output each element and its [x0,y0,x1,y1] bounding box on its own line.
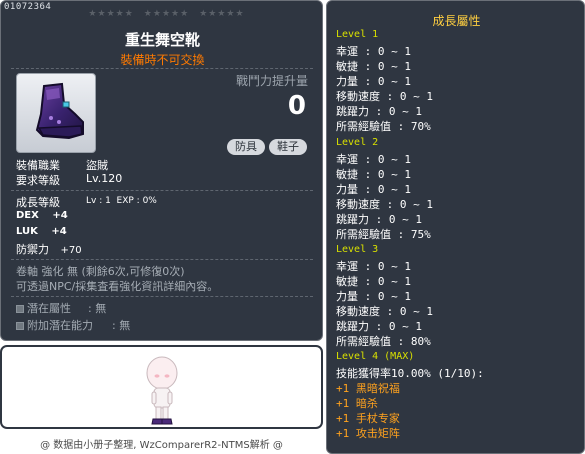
chibi-character-avatar [146,356,178,425]
star-icon: ★ [180,9,189,19]
scroll-enhance-line: 卷軸 強化 無 (剩餘6次,可修復0次) [16,265,185,278]
divider [11,259,313,260]
power-increase-label: 戰鬥力提升量 [235,74,308,88]
star-icon: ★ [115,9,124,19]
growth-exp-line: 所需經驗值 : 70% [336,120,431,133]
growth-stat-line: 幸運 : 0 ~ 1 [336,45,411,58]
level-label: 要求等級 [16,174,60,187]
growth-stat-line: 力量 : 0 ~ 1 [336,75,411,88]
growth-stat-line: 敏捷 : 0 ~ 1 [336,275,411,288]
purple-boot-icon [35,82,84,140]
growth-stat-line: 移動速度 : 0 ~ 1 [336,90,433,103]
star-icon: ★ [171,9,180,19]
job-row: 裝備職業 盜賊 [16,157,108,173]
star-icon: ★ [208,9,217,19]
footer-credit: @ 数据由小册子整理, WzComparerR2-NTMS解析 @ [40,440,283,451]
stat-row: 防禦力 +70 [16,241,82,257]
star-icon: ★ [161,9,171,19]
divider [11,68,313,69]
additional-potential-row: 附加潛在能力 : 無 [16,317,130,333]
potential-square-icon [16,322,24,330]
star-group: ★ ★ ★ ★ ★ [88,10,132,19]
potential-square-icon [16,305,24,313]
stat-value: +4 [52,210,68,221]
star-icon: ★ [152,9,161,19]
growth-stat-line: 跳躍力 : 0 ~ 1 [336,320,422,333]
stat-row: LUK +4 [16,226,67,237]
avatar-preview-panel [0,345,323,429]
level-row: 要求等級 Lv.120 [16,172,122,188]
additional-potential-label: 附加潛在能力 [27,319,93,332]
growth-stat-line: 力量 : 0 ~ 1 [336,290,411,303]
category-chip-shoes: 鞋子 [269,139,307,155]
star-icon: ★ [143,9,152,19]
growth-exp-line: 所需經驗值 : 80% [336,335,431,348]
skill-bonus-line: +1 手杖专家 [336,412,400,425]
item-tooltip-panel: 01072364 ★ ★ ★ ★ ★ ★ ★ ★ ★ ★ ★ ★ ★ ★ ★ 重生舞空靴 裝備時不可交換 [0,0,323,341]
skill-bonus-line: +1 暗杀 [336,397,378,410]
stat-label: DEX [16,210,39,221]
job-value: 盜賊 [86,159,108,172]
potential-value: : 無 [88,302,107,315]
stat-label: LUK [16,226,38,237]
star-group: ★ ★ ★ ★ ★ [199,10,243,19]
star-icon: ★ [106,9,115,19]
job-label: 裝備職業 [16,159,60,172]
star-icon: ★ [235,9,244,19]
skill-acquire-rate: 技能獲得率10.00% (1/10): [336,367,484,380]
star-group: ★ ★ ★ ★ ★ [144,10,188,19]
stat-value: +70 [60,245,82,256]
stat-value: +4 [51,226,67,237]
item-id: 01072364 [4,2,52,12]
potential-row: 潛在屬性 : 無 [16,300,106,316]
potential-label: 潛在屬性 [27,302,71,315]
level-value: Lv.120 [86,172,123,185]
enhance-note: 可透過NPC/採集査看強化資訊詳細內容。 [16,280,219,293]
growth-level-header: Level 1 [336,29,379,40]
growth-stat-line: 幸運 : 0 ~ 1 [336,153,411,166]
star-icon: ★ [124,9,133,19]
growth-stat-line: 敏捷 : 0 ~ 1 [336,168,411,181]
divider [11,296,313,297]
star-icon: ★ [226,9,235,19]
growth-level-value: Lv : 1 EXP : 0% [86,196,157,206]
growth-stat-line: 移動速度 : 0 ~ 1 [336,305,433,318]
divider [11,190,313,191]
star-force-row: ★ ★ ★ ★ ★ ★ ★ ★ ★ ★ ★ ★ ★ ★ ★ [71,10,261,19]
star-icon: ★ [199,9,208,19]
growth-stat-line: 跳躍力 : 0 ~ 1 [336,213,422,226]
item-icon-frame [16,73,96,153]
growth-attributes-panel: 成長屬性 Level 1 幸運 : 0 ~ 1 敏捷 : 0 ~ 1 力量 : … [326,0,585,454]
growth-stat-line: 幸運 : 0 ~ 1 [336,260,411,273]
star-icon: ★ [88,9,97,19]
growth-level-header: Level 2 [336,137,379,148]
growth-stat-line: 力量 : 0 ~ 1 [336,183,411,196]
stat-label: 防禦力 [16,243,49,256]
star-icon: ★ [217,9,226,19]
growth-level-header-max: Level 4 (MAX) [336,351,415,362]
star-icon: ★ [97,9,106,19]
growth-stat-line: 敏捷 : 0 ~ 1 [336,60,411,73]
growth-stat-line: 移動速度 : 0 ~ 1 [336,198,433,211]
skill-bonus-line: +1 攻击矩阵 [336,427,400,440]
additional-potential-value: : 無 [112,319,131,332]
stat-row: DEX +4 [16,210,68,221]
growth-level-row: 成長等級 Lv : 1 EXP : 0% [16,194,157,210]
growth-level-label: 成長等級 [16,196,60,209]
growth-panel-title: 成長屬性 [432,14,481,28]
growth-stat-line: 跳躍力 : 0 ~ 1 [336,105,422,118]
item-name: 重生舞空靴 [124,31,200,49]
growth-level-header: Level 3 [336,244,379,255]
skill-bonus-line: +1 黑暗祝福 [336,382,400,395]
category-chip-armor: 防具 [227,139,265,155]
trade-restriction: 裝備時不可交換 [120,53,205,67]
power-increase-value: 0 [287,91,306,121]
growth-exp-line: 所需經驗值 : 75% [336,228,431,241]
